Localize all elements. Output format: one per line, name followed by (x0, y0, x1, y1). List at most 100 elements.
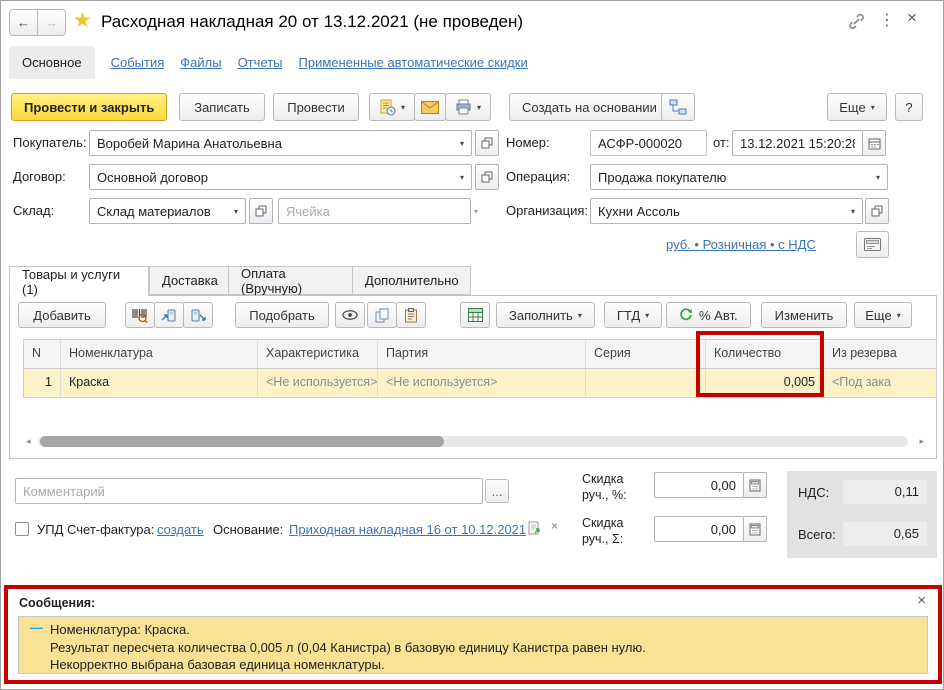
date-calendar-button[interactable] (862, 130, 886, 156)
table-more-button[interactable]: Еще ▾ (854, 302, 912, 328)
pick-button[interactable]: Подобрать (235, 302, 329, 328)
dropdown-icon[interactable]: ▾ (876, 173, 880, 182)
cell-field[interactable]: ▾ (278, 198, 478, 224)
price-settings-button[interactable] (856, 231, 889, 258)
create-based-on-button[interactable]: Создать на основании ▾ (509, 93, 679, 121)
number-field[interactable]: АСФР-000020 (590, 130, 707, 156)
dropdown-icon: ▾ (870, 102, 875, 112)
cell-n[interactable]: 1 (24, 369, 61, 397)
get-link-button[interactable] (847, 12, 866, 31)
view-button[interactable] (335, 302, 365, 328)
discount-sum-label: Скидка руч., Σ: (582, 516, 624, 546)
organization-open-button[interactable] (865, 198, 889, 224)
write-button[interactable]: Записать (179, 93, 265, 121)
totals-panel: НДС: 0,11 Всего: 0,65 (787, 471, 937, 558)
copy-button[interactable] (367, 302, 397, 328)
printer-icon (456, 99, 471, 115)
col-header-characteristic[interactable]: Характеристика (258, 340, 378, 368)
tab-delivery[interactable]: Доставка (149, 266, 229, 295)
more-menu-button[interactable]: ⋮ (879, 10, 895, 30)
col-header-nomenclature[interactable]: Номенклатура (61, 340, 258, 368)
nav-tab-files[interactable]: Файлы (180, 55, 221, 70)
discount-sum-calc-button[interactable] (743, 516, 767, 542)
nav-tab-reports[interactable]: Отчеты (238, 55, 283, 70)
discount-sum-field[interactable]: 0,00 (654, 516, 744, 542)
cell-from-reserve[interactable]: <Под зака (824, 369, 936, 397)
document-arrow-icon (528, 521, 540, 535)
warehouse-open-button[interactable] (249, 198, 273, 224)
auto-discount-button[interactable]: % Авт. (666, 302, 751, 328)
table-row[interactable]: 1 Краска <Не используется> <Не используе… (24, 369, 936, 397)
nav-tab-main[interactable]: Основное (9, 45, 95, 79)
dropdown-icon[interactable]: ▾ (474, 207, 478, 216)
contract-field[interactable]: Основной договор ▾ (89, 164, 472, 190)
message-item[interactable]: — Номенклатура: Краска. Результат пересч… (18, 616, 928, 674)
dropdown-icon[interactable]: ▾ (460, 139, 464, 148)
post-and-close-button[interactable]: Провести и закрыть (11, 93, 168, 121)
col-header-n[interactable]: N (24, 340, 61, 368)
col-header-from-reserve[interactable]: Из резерва (824, 340, 936, 368)
discount-percent-field[interactable]: 0,00 (654, 472, 744, 498)
cell-nomenclature[interactable]: Краска (61, 369, 258, 397)
scroll-right-arrow[interactable]: ▸ (919, 436, 924, 447)
tsd-unload-button[interactable] (183, 302, 213, 328)
post-button[interactable]: Провести (273, 93, 359, 121)
more-label: Еще (839, 99, 866, 115)
col-header-quantity[interactable]: Количество (706, 340, 824, 368)
scrollbar-thumb[interactable] (40, 436, 444, 447)
gtd-button[interactable]: ГТД ▾ (604, 302, 662, 328)
change-button[interactable]: Изменить (761, 302, 847, 328)
print-button[interactable]: ▾ (445, 93, 491, 121)
col-header-batch[interactable]: Партия (378, 340, 586, 368)
back-button[interactable]: ← (9, 9, 38, 36)
barcode-scan-button[interactable] (125, 302, 155, 328)
cell-characteristic[interactable]: <Не используется> (258, 369, 378, 397)
basis-open-button[interactable] (527, 521, 542, 536)
warehouse-field[interactable]: Склад материалов ▾ (89, 198, 246, 224)
buyer-field[interactable]: Воробей Марина Анатольевна ▾ (89, 130, 472, 156)
comment-expand-button[interactable]: ... (485, 479, 509, 503)
discount-percent-calc-button[interactable] (743, 472, 767, 498)
price-settings-link[interactable]: руб. • Розничная • с НДС (666, 237, 816, 252)
messages-close-button[interactable]: × (917, 592, 926, 609)
forward-button[interactable]: → (37, 9, 66, 36)
tsd-load-button[interactable] (154, 302, 184, 328)
cell-series[interactable] (586, 369, 706, 397)
upd-checkbox[interactable] (15, 522, 29, 536)
dropdown-icon[interactable]: ▾ (460, 173, 464, 182)
date-field[interactable]: 13.12.2021 15:20:28 (732, 130, 863, 156)
dropdown-icon[interactable]: ▾ (851, 207, 855, 216)
tab-additional[interactable]: Дополнительно (352, 266, 471, 295)
organization-field[interactable]: Кухни Ассоль ▾ (590, 198, 863, 224)
cell-input[interactable] (279, 200, 469, 222)
favorite-star-icon[interactable]: ★ (73, 8, 92, 33)
nav-tab-auto-discounts[interactable]: Примененные автоматические скидки (299, 55, 528, 70)
add-row-button[interactable]: Добавить (18, 302, 106, 328)
basis-clear-icon[interactable]: × (551, 519, 558, 533)
send-email-button[interactable] (414, 93, 446, 121)
buyer-open-button[interactable] (475, 130, 499, 156)
close-window-button[interactable]: × (907, 8, 917, 28)
contract-open-button[interactable] (475, 164, 499, 190)
fill-button[interactable]: Заполнить ▾ (496, 302, 595, 328)
invoice-create-link[interactable]: создать (157, 522, 204, 537)
dropdown-icon[interactable]: ▾ (234, 207, 238, 216)
organization-label: Организация: (506, 203, 589, 218)
tab-payment[interactable]: Оплата (Вручную) (228, 266, 353, 296)
help-button[interactable]: ? (895, 93, 923, 121)
scroll-left-arrow[interactable]: ◂ (26, 436, 31, 447)
spreadsheet-button[interactable] (460, 302, 490, 328)
number-value: АСФР-000020 (598, 135, 683, 151)
operation-field[interactable]: Продажа покупателю ▾ (590, 164, 888, 190)
basis-document-link[interactable]: Приходная накладная 16 от 10.12.2021 (289, 522, 526, 537)
col-header-series[interactable]: Серия (586, 340, 706, 368)
paste-button[interactable] (396, 302, 426, 328)
cell-quantity[interactable]: 0,005 (706, 369, 824, 397)
commandbar-more-button[interactable]: Еще ▾ (827, 93, 887, 121)
tab-goods-services[interactable]: Товары и услуги (1) (9, 266, 149, 297)
comment-input[interactable] (15, 478, 483, 504)
document-structure-button[interactable] (661, 93, 695, 121)
cell-batch[interactable]: <Не используется> (378, 369, 586, 397)
posting-report-button[interactable]: ▾ (369, 93, 415, 121)
nav-tab-events[interactable]: События (111, 55, 165, 70)
